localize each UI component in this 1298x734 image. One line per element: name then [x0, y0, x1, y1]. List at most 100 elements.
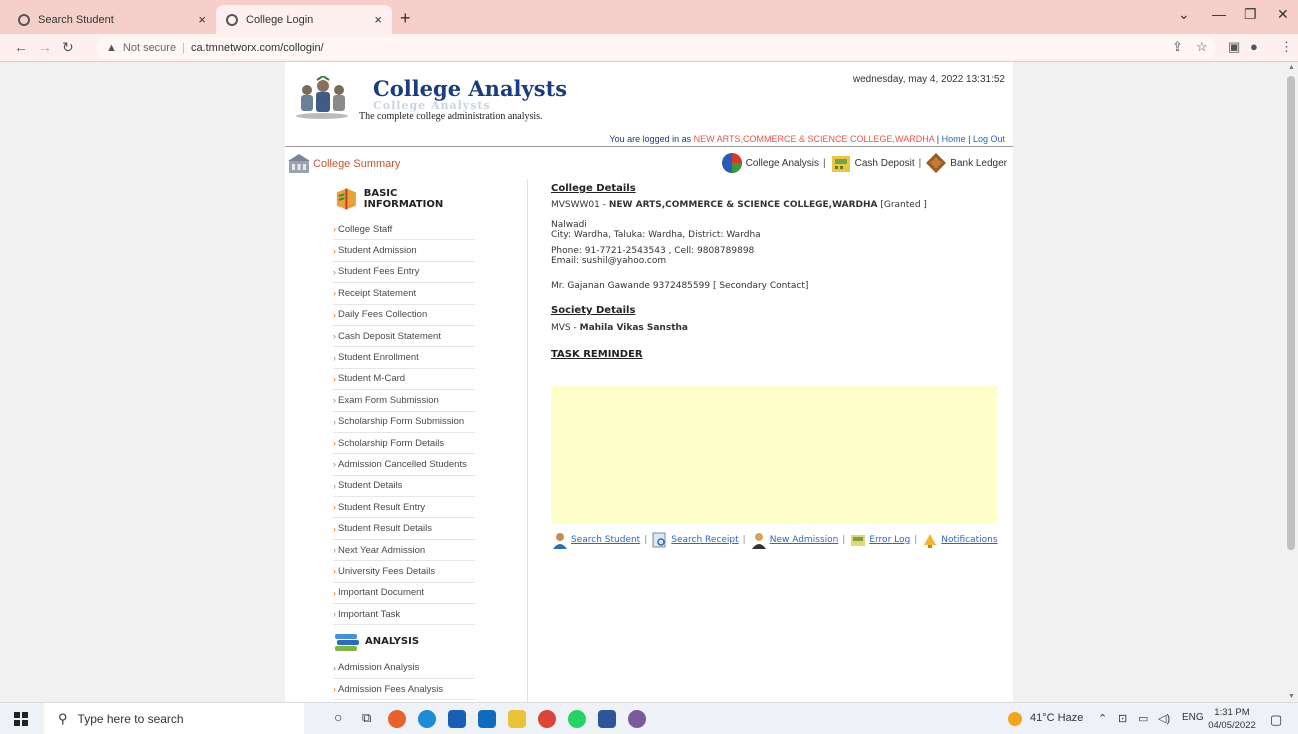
sidebar-item-label: Scholarship Form Submission — [338, 416, 465, 428]
logout-link[interactable]: Log Out — [973, 134, 1005, 144]
search-receipt-link[interactable]: Search Receipt — [671, 535, 738, 545]
clock[interactable]: 1:31 PM 04/05/2022 — [1208, 706, 1256, 732]
page-scrollbar[interactable]: ▲ ▼ — [1284, 62, 1298, 702]
notification-center-icon[interactable]: ▢ — [1270, 712, 1282, 728]
sidebar-item-admission-cancelled-students[interactable]: › Admission Cancelled Students — [333, 454, 475, 476]
volume-icon[interactable]: ◁) — [1158, 712, 1170, 725]
network-icon[interactable]: ⊡ — [1118, 712, 1127, 725]
sidebar-item-label: Admission Cancelled Students — [338, 458, 467, 470]
scroll-up-icon[interactable]: ▲ — [1288, 64, 1295, 71]
menu-kebab-icon[interactable]: ⋮ — [1280, 39, 1293, 55]
pie-chart-icon — [721, 153, 742, 173]
sidebar-item-student-admission[interactable]: › Student Admission — [333, 240, 475, 262]
battery-icon[interactable]: ▭ — [1138, 712, 1148, 725]
store-icon[interactable] — [448, 710, 466, 728]
word-icon[interactable] — [598, 710, 616, 728]
sidebar-item-receipt-statement[interactable]: › Receipt Statement — [333, 283, 475, 305]
sidebar-item-cash-deposit-statement[interactable]: › Cash Deposit Statement — [333, 326, 475, 348]
sidebar-item-university-fees-details[interactable]: › University Fees Details — [333, 561, 475, 583]
maximize-button[interactable]: ❐ — [1244, 6, 1257, 23]
windows-start-icon[interactable] — [14, 712, 28, 726]
close-window-button[interactable]: ✕ — [1277, 6, 1289, 23]
sidebar-item-student-details[interactable]: › Student Details — [333, 476, 475, 498]
side-panel-icon[interactable]: ▣ — [1228, 39, 1240, 55]
sidebar-item-label: Student Details — [338, 480, 403, 492]
tab-college-login[interactable]: College Login × — [216, 5, 392, 34]
edge-icon[interactable] — [418, 710, 436, 728]
sidebar-item-admission-analysis[interactable]: › Admission Analysis — [333, 657, 475, 679]
sidebar: BASIC INFORMATION › College Staff › Studen… — [333, 179, 475, 701]
mail-icon[interactable] — [478, 710, 496, 728]
college-summary: College Summary — [287, 152, 400, 176]
taskbar-search-input[interactable]: ⚲ Type here to search — [44, 703, 304, 734]
reload-icon[interactable]: ↻ — [62, 39, 74, 56]
notifications-link[interactable]: Notifications — [941, 535, 997, 545]
whatsapp-icon[interactable] — [568, 710, 586, 728]
back-arrow-icon[interactable]: ← — [14, 39, 28, 55]
task-view-icon[interactable]: ⧉ — [362, 710, 371, 726]
file-explorer-icon[interactable] — [508, 710, 526, 728]
sidebar-item-student-enrollment[interactable]: › Student Enrollment — [333, 347, 475, 369]
app-icon[interactable] — [628, 710, 646, 728]
tab-search-student[interactable]: Search Student × — [8, 5, 216, 34]
column-divider — [527, 179, 528, 702]
bullet-icon: › — [333, 309, 336, 320]
url-field[interactable]: ▲ Not secure | ca.tmnetworx.com/collogin… — [96, 37, 1216, 59]
new-admission-link[interactable]: New Admission — [770, 535, 839, 545]
bookmark-star-icon[interactable]: ☆ — [1196, 39, 1208, 55]
search-student-link[interactable]: Search Student — [571, 535, 640, 545]
sidebar-item-important-task[interactable]: › Important Task — [333, 604, 475, 626]
close-tab-icon[interactable]: × — [198, 12, 206, 27]
sidebar-item-student-fees-entry[interactable]: › Student Fees Entry — [333, 262, 475, 284]
divider: | — [968, 134, 971, 144]
ledger-book-icon — [926, 153, 947, 173]
brand-title: College Analysts — [373, 76, 568, 101]
sidebar-item-college-staff[interactable]: › College Staff — [333, 219, 475, 241]
forward-arrow-icon[interactable]: → — [38, 39, 52, 55]
bullet-icon: › — [333, 288, 336, 299]
sidebar-item-next-year-admission[interactable]: › Next Year Admission — [333, 540, 475, 562]
weather-text[interactable]: 41°C Haze — [1030, 712, 1083, 724]
warning-icon: ▲ — [106, 42, 117, 54]
divider: | — [918, 157, 922, 169]
home-link[interactable]: Home — [942, 134, 966, 144]
search-icon: ⚲ — [58, 711, 68, 726]
analysis-stack-icon — [335, 634, 359, 652]
bank-ledger-link[interactable]: Bank Ledger — [950, 158, 1007, 169]
sidebar-item-student-m-card[interactable]: › Student M-Card — [333, 369, 475, 391]
cortana-icon[interactable]: ○ — [334, 709, 342, 725]
bullet-icon: › — [333, 684, 336, 694]
error-log-link[interactable]: Error Log — [869, 535, 910, 545]
chrome-icon[interactable] — [538, 710, 556, 728]
tab-search-dropdown-icon[interactable]: ⌄ — [1178, 6, 1190, 23]
scroll-down-icon[interactable]: ▼ — [1288, 693, 1295, 700]
profile-avatar-icon[interactable]: ● — [1250, 39, 1258, 54]
minimize-button[interactable]: — — [1212, 6, 1226, 22]
firefox-icon[interactable] — [388, 710, 406, 728]
scrollbar-thumb[interactable] — [1287, 76, 1295, 550]
tray-expand-icon[interactable]: ⌃ — [1098, 712, 1107, 725]
sidebar-item-exam-form-submission[interactable]: › Exam Form Submission — [333, 390, 475, 412]
share-icon[interactable]: ⇪ — [1172, 39, 1183, 55]
sidebar-item-student-result-entry[interactable]: › Student Result Entry — [333, 497, 475, 519]
close-tab-icon[interactable]: × — [374, 12, 382, 27]
bullet-icon: › — [333, 523, 336, 534]
page-content: College Analysts College Analysts The co… — [285, 62, 1013, 702]
bullet-icon: › — [333, 587, 336, 598]
cash-deposit-link[interactable]: Cash Deposit — [855, 158, 915, 169]
new-tab-button[interactable]: + — [400, 8, 411, 29]
sidebar-item-scholarship-form-details[interactable]: › Scholarship Form Details — [333, 433, 475, 455]
sidebar-item-important-document[interactable]: › Important Document — [333, 583, 475, 605]
sidebar-item-daily-fees-collection[interactable]: › Daily Fees Collection — [333, 305, 475, 326]
college-email: Email: sushil@yahoo.com — [551, 256, 667, 266]
sidebar-item-label: Scholarship Form Details — [338, 437, 445, 449]
sidebar-item-label: Student M-Card — [338, 373, 406, 385]
sidebar-item-scholarship-form-submission[interactable]: › Scholarship Form Submission — [333, 412, 475, 433]
sidebar-item-student-result-details[interactable]: › Student Result Details — [333, 518, 475, 540]
security-label: Not secure — [122, 42, 177, 54]
college-analysis-link[interactable]: College Analysis — [746, 158, 819, 169]
student-icon — [553, 533, 567, 549]
language-indicator[interactable]: ENG — [1182, 712, 1204, 723]
logged-in-bar: You are logged in as NEW ARTS,COMMERCE &… — [609, 134, 1005, 144]
sidebar-item-admission-fees-analysis[interactable]: › Admission Fees Analysis — [333, 679, 475, 701]
